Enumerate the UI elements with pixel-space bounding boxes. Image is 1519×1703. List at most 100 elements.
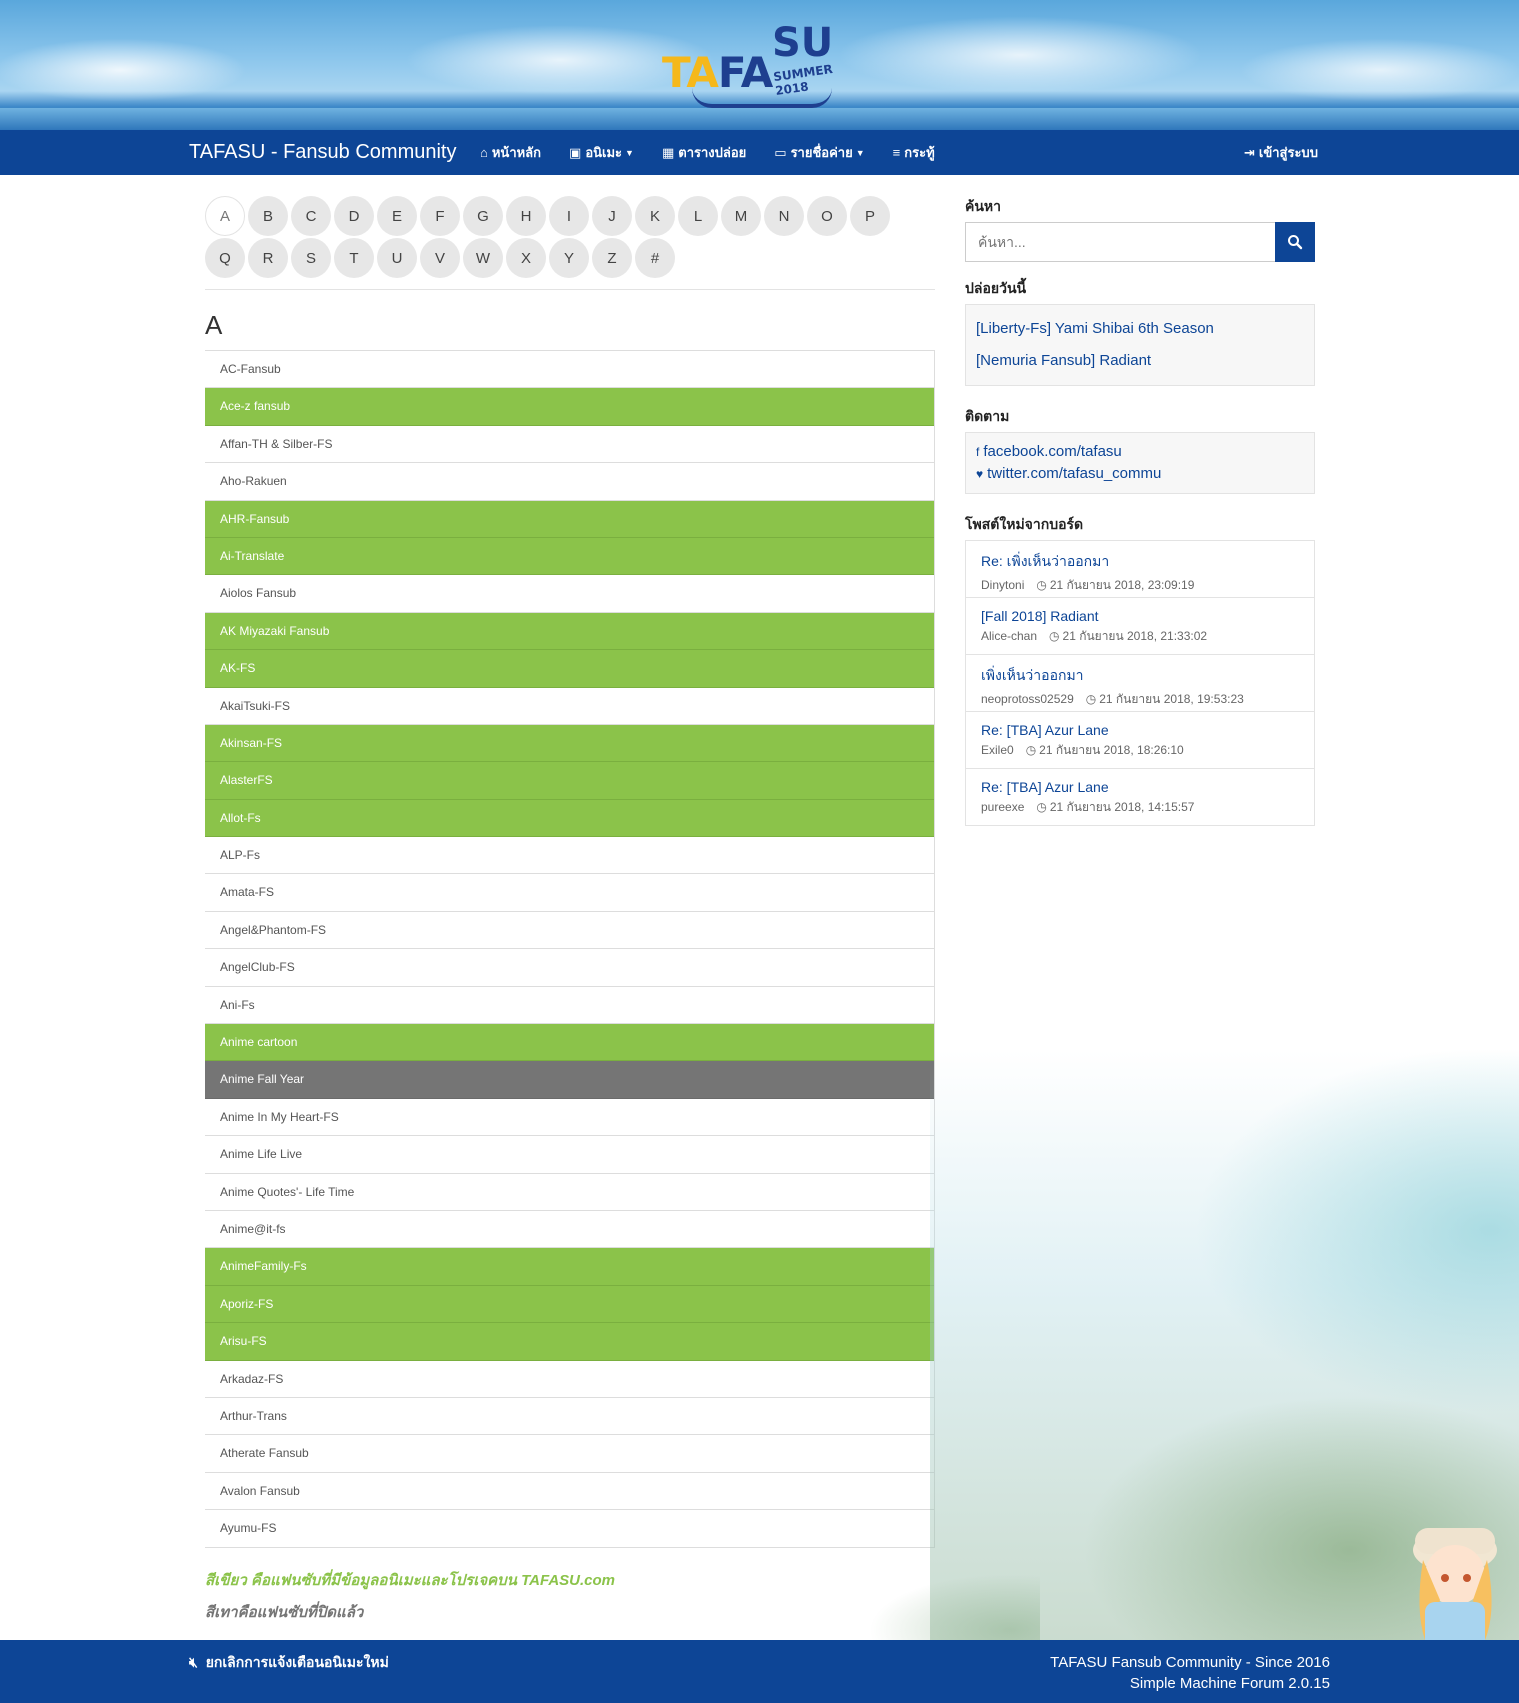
fansub-list-item[interactable]: AkaiTsuki-FS — [205, 687, 934, 725]
letter-button[interactable]: A — [205, 196, 245, 236]
fansub-list-item[interactable]: Amata-FS — [205, 874, 934, 912]
fansub-list-item[interactable]: Anime Life Live — [205, 1136, 934, 1174]
clock-icon: ◷ — [1036, 800, 1047, 814]
fansub-list-item[interactable]: Arthur-Trans — [205, 1397, 934, 1436]
post-title-link[interactable]: Re: [TBA] Azur Lane — [981, 779, 1299, 795]
fansub-list-item[interactable]: AK Miyazaki Fansub — [205, 612, 934, 651]
post-author[interactable]: Dinytoni — [981, 578, 1024, 592]
fansub-list-item[interactable]: Arkadaz-FS — [205, 1360, 934, 1398]
letter-button[interactable]: V — [420, 238, 460, 278]
alphabet-row: Q R S T U V W X Y Z # — [205, 238, 935, 280]
fansub-list-item[interactable]: Affan-TH & Silber-FS — [205, 425, 934, 464]
letter-button[interactable]: # — [635, 238, 675, 278]
fansub-list-item[interactable]: Anime In My Heart-FS — [205, 1098, 934, 1137]
letter-button[interactable]: Z — [592, 238, 632, 278]
letter-button[interactable]: Q — [205, 238, 245, 278]
footer: 🔇︎ ยกเลิกการแจ้งเตือนอนิเมะใหม่ TAFASU F… — [0, 1640, 1519, 1703]
letter-button[interactable]: N — [764, 196, 804, 236]
fansub-list-item[interactable]: Aho-Rakuen — [205, 463, 934, 501]
credit-line: TAFASU Fansub Community - Since 2016 — [1050, 1654, 1330, 1671]
letter-button[interactable]: Y — [549, 238, 589, 278]
letter-button[interactable]: M — [721, 196, 761, 236]
fansub-list-item[interactable]: Allot-Fs — [205, 799, 934, 838]
follow-link[interactable]: ♥ twitter.com/tafasu_commu — [976, 463, 1304, 485]
legend-gray: สีเทาคือแฟนซับที่ปิดแล้ว — [205, 1604, 364, 1621]
release-link[interactable]: [Liberty-Fs] Yami Shibai 6th Season — [976, 313, 1304, 345]
fansub-list-item[interactable]: Angel&Phantom-FS — [205, 911, 934, 950]
letter-button[interactable]: F — [420, 196, 460, 236]
navbar: TAFASU - Fansub Community ⌂ หน้าหลัก ▣ อนิเ… — [0, 130, 1519, 175]
nav-item-1[interactable]: ▣ อนิเมะ ▼ — [555, 130, 648, 175]
letter-button[interactable]: U — [377, 238, 417, 278]
nav-item-3[interactable]: ▭ รายชื่อค่าย ▼ — [760, 130, 878, 175]
fansub-list-item[interactable]: Arisu-FS — [205, 1323, 934, 1361]
mute-notification-link[interactable]: 🔇︎ ยกเลิกการแจ้งเตือนอนิเมะใหม่ — [189, 1652, 389, 1674]
search-button[interactable] — [1275, 222, 1315, 262]
fansub-list-item[interactable]: Atherate Fansub — [205, 1435, 934, 1473]
fansub-list-item[interactable]: Ayumu-FS — [205, 1510, 934, 1548]
fansub-list-item[interactable]: AnimeFamily-Fs — [205, 1248, 934, 1286]
divider — [205, 289, 935, 290]
letter-button[interactable]: P — [850, 196, 890, 236]
fansub-list-item[interactable]: Ai-Translate — [205, 537, 934, 576]
letter-button[interactable]: H — [506, 196, 546, 236]
nav-item-label: รายชื่อค่าย — [790, 145, 853, 160]
release-link[interactable]: [Nemuria Fansub] Radiant — [976, 345, 1304, 377]
letter-button[interactable]: C — [291, 196, 331, 236]
fansub-list-item[interactable]: Aporiz-FS — [205, 1285, 934, 1324]
letter-button[interactable]: J — [592, 196, 632, 236]
fansub-list-item[interactable]: AngelClub-FS — [205, 949, 934, 987]
fansub-list: AC-Fansub Ace-z fansub Affan-TH & Silber-F… — [205, 350, 935, 1548]
post-author[interactable]: Exile0 — [981, 743, 1014, 757]
nav-item-label: ตารางปล่อย — [678, 145, 747, 160]
letter-button[interactable]: G — [463, 196, 503, 236]
fansub-list-item[interactable]: AHR-Fansub — [205, 500, 934, 538]
fansub-list-item[interactable]: Anime@it-fs — [205, 1210, 934, 1249]
post-author[interactable]: pureexe — [981, 800, 1024, 814]
post-item: [Fall 2018] Radiant Alice-chan ◷ 21 กันยายน… — [966, 598, 1314, 655]
nav-item-2[interactable]: ▦ ตารางปล่อย — [648, 130, 760, 175]
letter-button[interactable]: S — [291, 238, 331, 278]
letter-button[interactable]: R — [248, 238, 288, 278]
login-link[interactable]: ⇥ เข้าสู่ระบบ — [1244, 130, 1318, 175]
fansub-list-item[interactable]: Ani-Fs — [205, 986, 934, 1025]
fansub-list-item[interactable]: Avalon Fansub — [205, 1472, 934, 1511]
letter-button[interactable]: I — [549, 196, 589, 236]
letter-button[interactable]: L — [678, 196, 718, 236]
search-icon — [1288, 235, 1303, 250]
letter-button[interactable]: W — [463, 238, 503, 278]
post-title-link[interactable]: Re: [TBA] Azur Lane — [981, 722, 1299, 738]
fansub-list-item[interactable]: ALP-Fs — [205, 837, 934, 875]
post-title-link[interactable]: Re: เพิ่งเห็นว่าออกมา — [981, 551, 1299, 573]
post-title-link[interactable]: [Fall 2018] Radiant — [981, 608, 1299, 624]
follow-link[interactable]: f facebook.com/tafasu — [976, 441, 1304, 463]
post-author[interactable]: Alice-chan — [981, 629, 1037, 643]
letter-button[interactable]: B — [248, 196, 288, 236]
follow-label: twitter.com/tafasu_commu — [987, 465, 1162, 482]
post-title-link[interactable]: เพิ่งเห็นว่าออกมา — [981, 665, 1299, 687]
nav-item-4[interactable]: ≡ กระทู้ — [879, 130, 949, 175]
post-meta: Dinytoni ◷ 21 กันยายน 2018, 23:09:19 — [981, 576, 1299, 595]
letter-button[interactable]: E — [377, 196, 417, 236]
letter-button[interactable]: O — [807, 196, 847, 236]
fansub-list-item[interactable]: Anime cartoon — [205, 1024, 934, 1062]
post-author[interactable]: neoprotoss02529 — [981, 692, 1074, 706]
fansub-list-item[interactable]: Ace-z fansub — [205, 388, 934, 426]
search-input[interactable] — [965, 222, 1275, 262]
fansub-list-item[interactable]: Anime Fall Year — [205, 1061, 934, 1099]
navbar-brand[interactable]: TAFASU - Fansub Community — [189, 141, 456, 164]
site-logo[interactable]: SU TAFA SUMMER 2018 — [662, 18, 862, 108]
letter-button[interactable]: D — [334, 196, 374, 236]
post-time-text: 21 กันยายน 2018, 14:15:57 — [1049, 800, 1195, 814]
fansub-list-item[interactable]: Aiolos Fansub — [205, 575, 934, 613]
fansub-list-item[interactable]: AC-Fansub — [205, 351, 934, 389]
logo-su: SU — [772, 20, 834, 66]
letter-button[interactable]: X — [506, 238, 546, 278]
nav-item-0[interactable]: ⌂ หน้าหลัก — [466, 130, 555, 175]
letter-button[interactable]: T — [334, 238, 374, 278]
letter-button[interactable]: K — [635, 196, 675, 236]
fansub-list-item[interactable]: AlasterFS — [205, 762, 934, 800]
fansub-list-item[interactable]: Anime Quotes'- Life Time — [205, 1173, 934, 1211]
fansub-list-item[interactable]: AK-FS — [205, 650, 934, 688]
fansub-list-item[interactable]: Akinsan-FS — [205, 724, 934, 763]
